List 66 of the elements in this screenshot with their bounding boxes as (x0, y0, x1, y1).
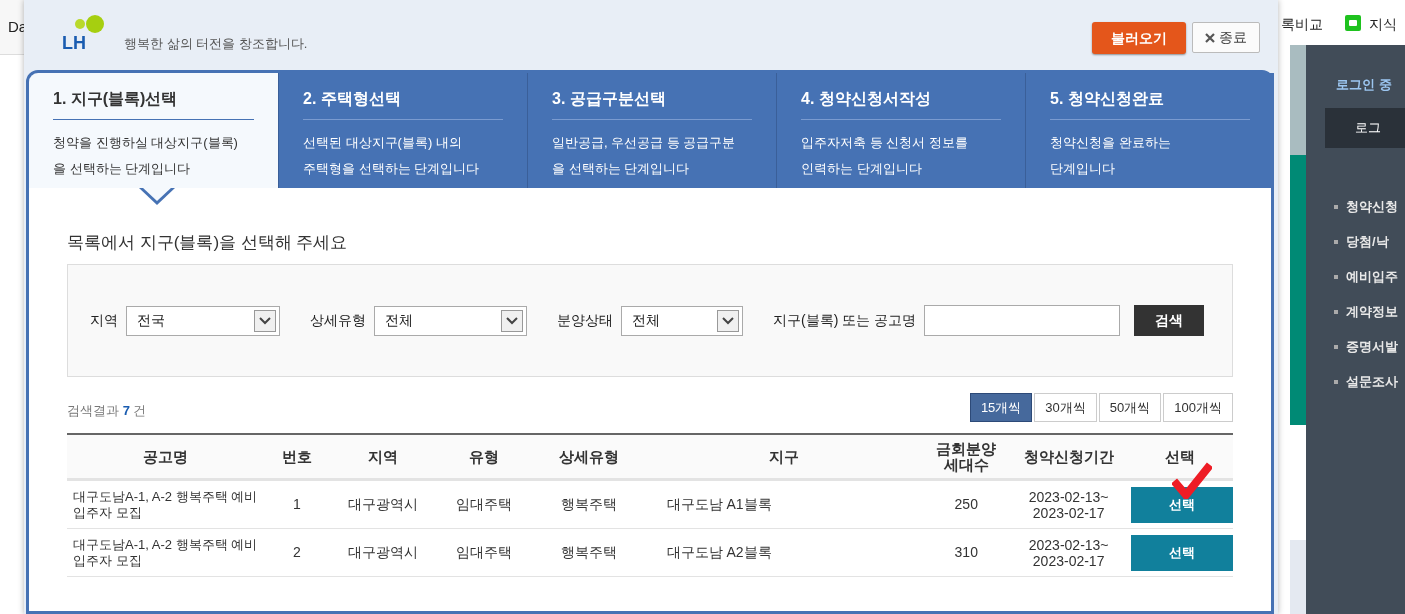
table-cell-text: 1 (292, 495, 301, 514)
browser-bar (0, 0, 24, 55)
bookmark-label[interactable]: 지식 (1369, 14, 1397, 35)
bookmark-label[interactable]: 록비교 (1281, 14, 1323, 35)
page-size-button[interactable]: 50개씩 (1098, 393, 1162, 422)
result-count-text: 검색결과 7 건 (67, 401, 147, 420)
sidebar-menu-item[interactable]: 계약정보 (1346, 302, 1398, 322)
table-cell-text: 대구도남A-1, A-2 행복주택 예비입주자 모집 (73, 536, 259, 569)
table-cell-text: 250 (954, 495, 978, 514)
filter-select[interactable]: 전체 (621, 305, 743, 336)
filter-select[interactable]: 전체 (374, 305, 527, 336)
column-header: 청약신청기간 (1022, 446, 1115, 467)
sidebar-menu-item[interactable]: 증명서발 (1346, 337, 1398, 357)
page-size-button[interactable]: 15개씩 (969, 393, 1033, 422)
column-header: 금회분양 세대수 (935, 438, 998, 475)
search-button[interactable]: 검색 (1134, 305, 1205, 336)
step-tab[interactable]: 5. 청약신청완료 청약신청을 완료하는 단계입니다 (1025, 73, 1274, 188)
filter-label: 분양상태 (557, 311, 613, 330)
page-size-button[interactable]: 30개씩 (1034, 393, 1097, 422)
bullet-icon (1334, 379, 1338, 384)
table-cell-text: 대구광역시 (347, 495, 418, 514)
table-cell: 2023-02-13~ 2023-02-17 (1028, 488, 1109, 521)
table-cell-text: 대구도남 A1블록 (666, 495, 772, 514)
sidebar-menu-item[interactable]: 당첨/낙 (1346, 232, 1389, 252)
step-pointer-icon (139, 188, 175, 205)
table-cell-text: 행복주택 (561, 543, 618, 562)
sidebar-menu-item[interactable]: 청약신청 (1346, 197, 1398, 217)
table-cell-text: 2 (292, 543, 301, 562)
column-header: 선택 (1163, 446, 1196, 467)
close-button[interactable]: 종료 (1192, 22, 1260, 53)
table-cell-text: 대구도남A-1, A-2 행복주택 예비입주자 모집 (73, 488, 259, 521)
page-size-button[interactable]: 100개씩 (1163, 393, 1233, 422)
select-button[interactable]: 선택 (1131, 534, 1233, 571)
bullet-icon (1334, 274, 1338, 279)
app-icon[interactable] (1345, 15, 1361, 31)
filter-label: 지구(블록) 또는 공고명 (773, 311, 917, 330)
column-header: 공고명 (142, 446, 190, 467)
table-cell-text: 대구광역시 (347, 543, 418, 562)
column-header: 유형 (468, 446, 501, 467)
bullet-icon (1334, 344, 1338, 349)
bullet-icon (1334, 204, 1338, 209)
login-button[interactable]: 로그 (1325, 108, 1405, 148)
sidebar-menu-item[interactable]: 예비입주 (1346, 267, 1398, 287)
search-input[interactable] (924, 305, 1121, 336)
section-title: 목록에서 지구(블록)을 선택해 주세요 (67, 232, 349, 254)
bullet-icon (1334, 239, 1338, 244)
table-cell-text: 임대주택 (456, 495, 513, 514)
column-header: 지구 (767, 446, 800, 467)
select-button[interactable]: 선택 (1131, 486, 1233, 523)
sidebar-menu-item[interactable]: 설문조사 (1346, 372, 1398, 392)
table-cell: 2023-02-13~ 2023-02-17 (1028, 536, 1109, 569)
table-cell-text: 행복주택 (561, 495, 618, 514)
table-cell-text: 대구도남 A2블록 (666, 543, 772, 562)
bullet-icon (1334, 309, 1338, 314)
column-header: 번호 (280, 446, 313, 467)
filter-label: 지역 (90, 311, 118, 330)
table-cell-text: 임대주택 (456, 543, 513, 562)
login-status-text: 로그인 중 (1336, 76, 1392, 94)
column-header: 상세유형 (558, 446, 621, 467)
slogan-text: 행복한 삶의 터전을 창조합니다. (124, 35, 308, 53)
column-header: 지역 (366, 446, 399, 467)
load-button[interactable]: 불러오기 (1092, 22, 1186, 54)
close-icon (1205, 32, 1215, 43)
table-cell-text: 310 (954, 543, 978, 562)
filter-label: 상세유형 (310, 311, 366, 330)
filter-select[interactable]: 전국 (126, 305, 280, 336)
